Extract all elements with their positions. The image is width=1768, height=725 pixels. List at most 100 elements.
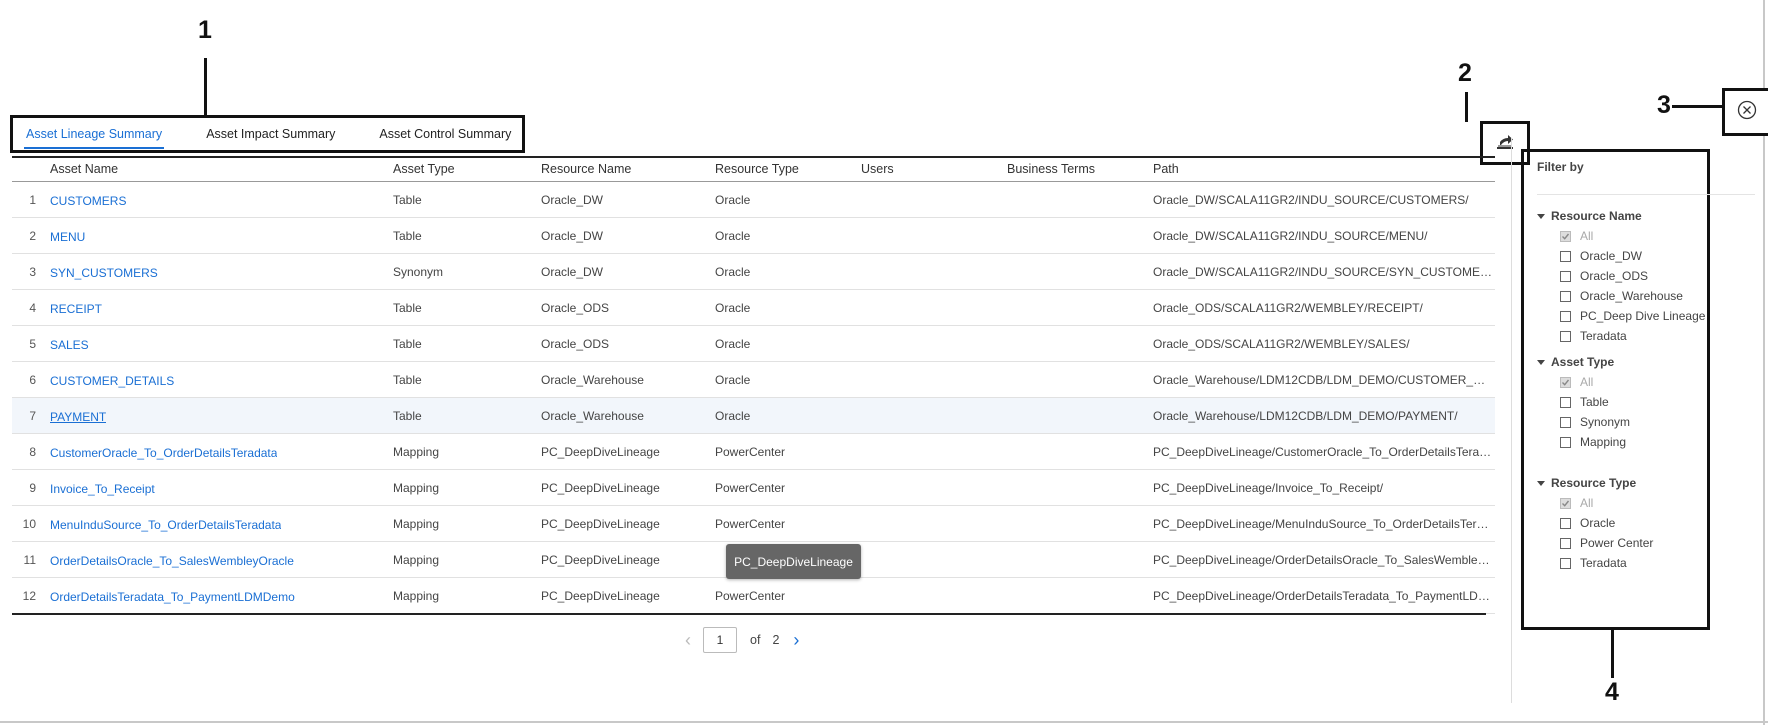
row-number: 9 <box>29 481 36 495</box>
path-cell: Oracle_DW/SCALA11GR2/INDU_SOURCE/MENU/ <box>1153 229 1428 243</box>
checkbox-icon[interactable] <box>1560 416 1571 428</box>
asset-name-link[interactable]: SALES <box>50 338 89 352</box>
asset-type-cell: Mapping <box>393 481 440 495</box>
asset-name-link[interactable]: CustomerOracle_To_OrderDetailsTeradata <box>50 446 277 460</box>
asset-type-cell: Mapping <box>393 445 440 459</box>
caret-down-icon <box>1537 360 1545 366</box>
filter-option-oracle-warehouse[interactable]: Oracle_Warehouse <box>1560 289 1683 303</box>
checkbox-icon[interactable] <box>1560 537 1571 549</box>
filter-group-asset-type[interactable]: Asset Type <box>1537 355 1614 369</box>
checkbox-icon[interactable] <box>1560 517 1571 529</box>
filter-option-table[interactable]: Table <box>1560 395 1609 409</box>
filter-option-pc-deep-dive-lineage[interactable]: PC_Deep Dive Lineage <box>1560 309 1705 323</box>
filter-group-resource-type[interactable]: Resource Type <box>1537 476 1636 490</box>
asset-name-link[interactable]: SYN_CUSTOMERS <box>50 266 158 280</box>
callout-label-3: 3 <box>1657 91 1671 119</box>
checkbox-icon[interactable] <box>1560 436 1571 448</box>
checkbox-icon[interactable] <box>1560 250 1571 262</box>
asset-name-link[interactable]: OrderDetailsOracle_To_SalesWembleyOracle <box>50 554 294 568</box>
checked-checkbox-icon[interactable] <box>1560 230 1571 242</box>
filter-option-label: All <box>1580 375 1594 389</box>
checked-checkbox-icon[interactable] <box>1560 497 1571 509</box>
summary-tabs: Asset Lineage Summary Asset Impact Summa… <box>10 115 525 153</box>
checkbox-icon[interactable] <box>1560 310 1571 322</box>
filter-option-label: PC_Deep Dive Lineage <box>1580 309 1706 323</box>
table-row[interactable]: 6 CUSTOMER_DETAILS Table Oracle_Warehouse Or… <box>12 362 1495 398</box>
tab-asset-lineage-summary[interactable]: Asset Lineage Summary <box>23 127 165 149</box>
header-asset-name[interactable]: Asset Name <box>50 162 118 176</box>
resource-name-cell: Oracle_Warehouse <box>541 373 644 387</box>
filter-option-all[interactable]: All <box>1560 375 1593 389</box>
resource-name-cell: Oracle_DW <box>541 193 604 207</box>
row-number: 10 <box>22 517 36 531</box>
header-path[interactable]: Path <box>1153 162 1179 176</box>
asset-name-link[interactable]: PAYMENT <box>50 410 106 424</box>
filter-option-oracle-dw[interactable]: Oracle_DW <box>1560 249 1642 263</box>
filter-option-teradata[interactable]: Teradata <box>1560 556 1627 570</box>
close-button[interactable] <box>1722 88 1768 136</box>
header-resource-type[interactable]: Resource Type <box>715 162 799 176</box>
checkbox-icon[interactable] <box>1560 270 1571 282</box>
table-bottom-border <box>12 613 1486 615</box>
callout-label-2: 2 <box>1458 59 1472 87</box>
resource-type-cell: Oracle <box>715 301 751 315</box>
filter-option-oracle[interactable]: Oracle <box>1560 516 1615 530</box>
table-row[interactable]: 8 CustomerOracle_To_OrderDetailsTeradata M… <box>12 434 1495 470</box>
table-row[interactable]: 4 RECEIPT Table Oracle_ODS Oracle Oracle_ODS/… <box>12 290 1495 326</box>
filter-option-teradata[interactable]: Teradata <box>1560 329 1627 343</box>
filter-option-mapping[interactable]: Mapping <box>1560 435 1626 449</box>
row-number: 4 <box>29 301 36 315</box>
path-cell: Oracle_Warehouse/LDM12CDB/LDM_DEMO/PAYME… <box>1153 409 1458 423</box>
export-icon <box>1494 130 1516 157</box>
resource-type-cell: PowerCenter <box>715 517 786 531</box>
tab-asset-control-summary[interactable]: Asset Control Summary <box>379 127 511 141</box>
table-row[interactable]: 3 SYN_CUSTOMERS Synonym Oracle_DW Oracle Orac… <box>12 254 1495 290</box>
filter-option-synonym[interactable]: Synonym <box>1560 415 1630 429</box>
checkbox-icon[interactable] <box>1560 557 1571 569</box>
asset-name-link[interactable]: MENU <box>50 230 85 244</box>
table-row[interactable]: 7 PAYMENT Table Oracle_Warehouse Oracle Oracl… <box>12 398 1495 434</box>
table-row[interactable]: 10 MenuInduSource_To_OrderDetailsTeradata… <box>12 506 1495 542</box>
filter-option-label: Oracle_Warehouse <box>1580 289 1683 303</box>
filter-title: Filter by <box>1537 160 1584 174</box>
header-business-terms[interactable]: Business Terms <box>1007 162 1095 176</box>
asset-name-link[interactable]: MenuInduSource_To_OrderDetailsTeradata <box>50 518 281 532</box>
row-number: 6 <box>29 373 36 387</box>
asset-name-link[interactable]: Invoice_To_Receipt <box>50 482 155 496</box>
table-row[interactable]: 5 SALES Table Oracle_ODS Oracle Oracle_ODS/SC… <box>12 326 1495 362</box>
filter-divider <box>1537 194 1755 195</box>
checkbox-icon[interactable] <box>1560 290 1571 302</box>
tab-asset-impact-summary[interactable]: Asset Impact Summary <box>206 127 335 141</box>
table-row[interactable]: 2 MENU Table Oracle_DW Oracle Oracle_DW/SCALA… <box>12 218 1495 254</box>
checkbox-icon[interactable] <box>1560 330 1571 342</box>
filter-option-label: Teradata <box>1580 556 1627 570</box>
path-cell: Oracle_ODS/SCALA11GR2/WEMBLEY/SALES/ <box>1153 337 1410 351</box>
row-number: 2 <box>29 229 36 243</box>
filter-option-oracle-ods[interactable]: Oracle_ODS <box>1560 269 1648 283</box>
header-users[interactable]: Users <box>861 162 894 176</box>
filter-option-all[interactable]: All <box>1560 229 1593 243</box>
asset-name-link[interactable]: RECEIPT <box>50 302 102 316</box>
checkbox-icon[interactable] <box>1560 396 1571 408</box>
table-row[interactable]: 9 Invoice_To_Receipt Mapping PC_DeepDiveLin… <box>12 470 1495 506</box>
asset-name-link[interactable]: CUSTOMERS <box>50 194 126 208</box>
resource-type-cell: PowerCenter <box>715 445 786 459</box>
asset-name-link[interactable]: CUSTOMER_DETAILS <box>50 374 174 388</box>
table-row[interactable]: 12 OrderDetailsTeradata_To_PaymentLDMDemo… <box>12 578 1495 614</box>
pagination: ‹ 1 of 2 › <box>685 627 799 653</box>
filter-group-resource-name[interactable]: Resource Name <box>1537 209 1642 223</box>
asset-name-link[interactable]: OrderDetailsTeradata_To_PaymentLDMDemo <box>50 590 295 604</box>
header-resource-name[interactable]: Resource Name <box>541 162 631 176</box>
checked-checkbox-icon[interactable] <box>1560 376 1571 388</box>
filter-option-power-center[interactable]: Power Center <box>1560 536 1653 550</box>
page-number-input[interactable]: 1 <box>703 627 737 653</box>
next-page-icon[interactable]: › <box>793 630 799 651</box>
filter-option-label: Oracle_DW <box>1580 249 1643 263</box>
asset-type-cell: Table <box>393 409 422 423</box>
filter-option-all[interactable]: All <box>1560 496 1593 510</box>
page-of-label: of <box>750 633 761 647</box>
resource-name-cell: Oracle_Warehouse <box>541 409 644 423</box>
header-asset-type[interactable]: Asset Type <box>393 162 455 176</box>
previous-page-icon[interactable]: ‹ <box>685 630 691 651</box>
table-row[interactable]: 1 CUSTOMERS Table Oracle_DW Oracle Oracle_DW/… <box>12 182 1495 218</box>
